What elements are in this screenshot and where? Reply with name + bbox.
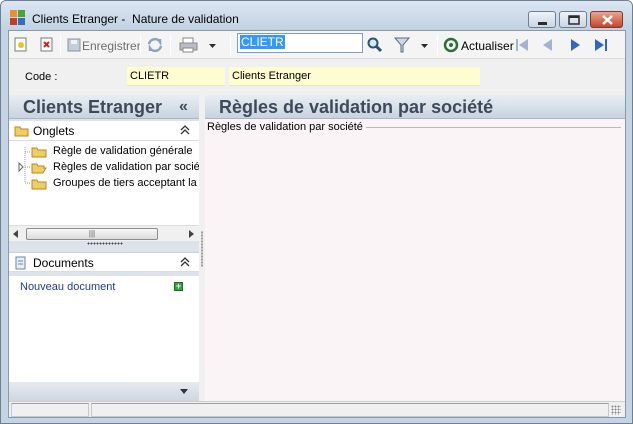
delete-icon[interactable] [39,36,55,54]
maximize-button[interactable] [559,11,587,28]
left-panel: Clients Etranger « Onglets Règle de vali… [9,95,199,402]
left-panel-footer [9,382,199,402]
onglets-title: Onglets [33,124,75,138]
filter-icon[interactable] [393,36,411,54]
save-button[interactable]: Enregistrer [82,39,141,53]
code-row: Code : CLIETR Clients Etranger [9,60,625,90]
horizontal-scrollbar[interactable]: ||| [9,225,199,241]
right-panel: Règles de validation par société Règles … [205,95,625,402]
status-cell [11,403,89,417]
vertical-splitter[interactable] [201,231,203,267]
print-icon[interactable] [179,36,199,54]
folder-icon [14,126,29,137]
new-document-link[interactable]: Nouveau document [20,281,115,293]
group-divider [355,127,621,128]
right-panel-header: Règles de validation par société [205,95,625,119]
tree-item-label: Groupes de tiers acceptant la n [53,177,199,189]
search-input[interactable]: CLIETR [237,33,363,53]
collapse-panel-icon[interactable]: « [179,98,188,116]
toolbar: Enregistrer CLIETR Actualiser [9,31,625,59]
toolbar-separator [60,35,61,55]
documents-title: Documents [33,256,94,270]
code-label: Code : [25,71,58,83]
sync-icon[interactable] [146,36,164,54]
document-icon [15,256,26,270]
open-folder-icon [31,163,47,174]
description-field[interactable]: Clients Etranger [229,67,480,86]
minimize-button[interactable] [528,11,556,28]
close-icon [602,15,613,25]
tree-item[interactable]: Règle de validation générale [9,144,199,160]
left-panel-header: Clients Etranger « [9,95,199,119]
next-record-icon[interactable] [567,36,583,54]
horizontal-splitter[interactable] [87,242,123,245]
chevron-down-icon[interactable] [179,387,189,395]
folder-icon [31,179,47,190]
code-field[interactable]: CLIETR [127,67,225,86]
first-record-icon[interactable] [514,36,530,54]
app-icon [10,10,26,26]
toolbar-separator [230,35,231,55]
toolbar-separator [170,35,171,55]
tree-item-label: Règles de validation par société [53,161,199,173]
title-bar[interactable]: Clients Etranger - Nature de validation [1,1,632,30]
folder-icon [31,147,47,158]
status-cell [91,403,609,417]
client-area: Enregistrer CLIETR Actualiser Code: CLI… [8,30,626,418]
main-window: Clients Etranger - Nature de validation … [0,0,633,424]
collapse-up-icon[interactable] [179,254,191,270]
restore-icon [568,15,580,25]
last-record-icon[interactable] [593,36,609,54]
onglets-section-header[interactable]: Onglets [9,121,199,141]
status-bar [9,401,625,417]
tree-item-label: Règle de validation générale [53,145,193,157]
minimize-icon [538,22,547,25]
group-label: Règles de validation par société [207,121,366,133]
search-icon[interactable] [366,36,384,54]
search-value: CLIETR [240,35,285,49]
print-dropdown-icon[interactable] [208,36,218,54]
collapse-up-icon[interactable] [179,122,191,138]
scroll-left-icon[interactable] [12,229,20,239]
documents-body: Nouveau document + [9,276,199,382]
tree-item-selected[interactable]: Règles de validation par société [9,160,199,176]
scroll-right-icon[interactable] [188,229,196,239]
save-icon[interactable] [66,36,82,54]
refresh-button[interactable]: Actualiser [461,39,514,53]
left-panel-title: Clients Etranger [23,97,163,117]
tree-item[interactable]: Groupes de tiers acceptant la n [9,176,199,192]
close-button[interactable] [590,11,623,28]
resize-grip-icon[interactable] [611,405,621,415]
scroll-thumb[interactable]: ||| [26,228,158,240]
new-icon[interactable] [13,36,29,54]
window-title: Clients Etranger - Nature de validation [32,12,239,26]
add-document-icon[interactable]: + [174,282,183,291]
previous-record-icon[interactable] [540,36,556,54]
filter-dropdown-icon[interactable] [420,36,430,54]
toolbar-separator [140,35,141,55]
right-panel-title: Règles de validation par société [219,97,494,117]
refresh-icon[interactable] [443,36,459,54]
documents-section-header[interactable]: Documents [9,252,199,272]
toolbar-separator [437,35,438,55]
